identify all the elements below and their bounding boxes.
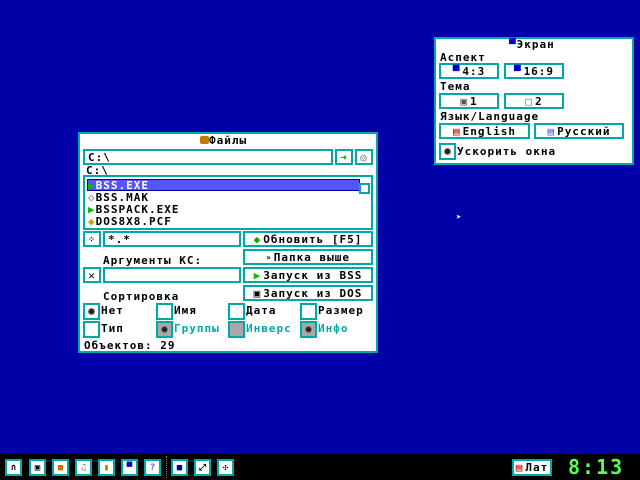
sort-size-checkbox[interactable] <box>300 303 317 320</box>
sort-type-label: Тип <box>101 322 124 335</box>
monitor-icon: ▀ <box>452 64 461 78</box>
info-label: Инфо <box>318 322 349 335</box>
dos-icon[interactable]: ▣ <box>29 459 46 476</box>
mask-button[interactable]: ⁘ <box>83 231 101 247</box>
sort-name-checkbox[interactable] <box>156 303 173 320</box>
arrow-right-icon: ➜ <box>340 150 348 164</box>
layout-label: Лат <box>525 461 549 474</box>
font-icon: ◆ <box>88 215 96 228</box>
ru-flag-icon: ▤ <box>547 124 556 138</box>
drive-button[interactable]: ◎ <box>355 149 373 165</box>
chip-icon[interactable]: ▮ <box>98 459 115 476</box>
file-list[interactable]: ▶BSS.EXE ◇BSS.MAK ▶BSSPACK.EXE ◆DOS8X8.P… <box>83 175 373 230</box>
radio-dot <box>161 326 168 333</box>
headphones-icon[interactable]: ∩ <box>5 459 22 476</box>
args-label: Аргументы КС: <box>103 254 203 267</box>
folder-up-label: Папка выше <box>273 250 351 264</box>
path-input[interactable]: C:\ <box>83 149 333 165</box>
aspect-label-4-3: 4:3 <box>462 64 486 78</box>
language-label: Язык/Language <box>440 110 540 123</box>
inverse-checkbox[interactable] <box>228 321 245 338</box>
maximize-icon[interactable]: ⤢ <box>194 459 211 476</box>
mouse-cursor-icon: ➤ <box>456 213 462 223</box>
music-icon[interactable]: ♫ <box>75 459 92 476</box>
speedup-checkbox[interactable] <box>439 143 456 160</box>
theme-1-button[interactable]: ▣ 1 <box>439 93 499 109</box>
sort-none-label: Нет <box>101 304 124 317</box>
sort-date-checkbox[interactable] <box>228 303 245 320</box>
item-name: DOS8X8.PCF <box>95 215 172 228</box>
theme-2-button[interactable]: □ 2 <box>504 93 564 109</box>
files-title-text: Файлы <box>209 134 248 147</box>
disc-icon: ◎ <box>360 150 368 164</box>
aspect-16-9-button[interactable]: ▀ 16:9 <box>504 63 564 79</box>
theme-1-label: 1 <box>470 94 478 108</box>
run-bss-label: Запуск из BSS <box>263 268 363 282</box>
russian-label: Русский <box>557 124 611 138</box>
radio-dot <box>305 326 312 333</box>
groups-label: Группы <box>174 322 220 335</box>
inverse-label: Инверс <box>246 322 292 335</box>
window-icon: ▣ <box>460 94 468 108</box>
folder-icon[interactable]: ■ <box>52 459 69 476</box>
screen-title-text: Экран <box>516 38 555 51</box>
radio-dot <box>88 308 95 315</box>
theme-2-label: 2 <box>535 94 543 108</box>
folder-up-button[interactable]: » Папка выше <box>243 249 373 265</box>
clear-args-button[interactable]: ✕ <box>83 267 101 283</box>
aspect-4-3-button[interactable]: ▀ 4:3 <box>439 63 499 79</box>
args-input[interactable] <box>103 267 241 283</box>
russian-button[interactable]: ▤ Русский <box>534 123 624 139</box>
radio-dot <box>444 148 451 155</box>
monitor-icon: ▀ <box>513 64 522 78</box>
separator <box>166 456 167 478</box>
english-button[interactable]: ▤ English <box>439 123 530 139</box>
groups-checkbox[interactable] <box>156 321 173 338</box>
us-flag-icon: ▤ <box>453 124 461 138</box>
help-icon[interactable]: ? <box>144 459 161 476</box>
info-checkbox[interactable] <box>300 321 317 338</box>
play-icon: ▶ <box>253 268 262 282</box>
english-label: English <box>462 124 516 138</box>
mask-input[interactable]: *.* <box>103 231 241 247</box>
aspect-label-16-9: 16:9 <box>523 64 555 78</box>
run-bss-button[interactable]: ▶ Запуск из BSS <box>243 267 373 283</box>
window-icon: □ <box>525 94 533 108</box>
sort-label: Сортировка <box>103 290 180 303</box>
window-app-icon[interactable]: ■ <box>171 459 188 476</box>
dos-icon: ▣ <box>253 286 262 300</box>
path-value: C:\ <box>88 151 111 164</box>
folder-icon <box>200 136 209 144</box>
refresh-label: Обновить [F5] <box>263 232 363 246</box>
close-icon: ✕ <box>88 268 96 282</box>
refresh-icon: ◆ <box>253 232 262 246</box>
minimize-icon[interactable]: ✣ <box>217 459 234 476</box>
up-icon: » <box>265 252 272 262</box>
run-dos-label: Запуск из DOS <box>263 286 363 300</box>
us-flag-icon: ▤ <box>515 461 524 474</box>
scrollbar[interactable] <box>359 183 370 194</box>
theme-label: Тема <box>440 80 471 93</box>
screen-title: ▀Экран <box>509 39 555 51</box>
run-dos-button[interactable]: ▣ Запуск из DOS <box>243 285 373 301</box>
files-title: Файлы <box>200 135 247 147</box>
list-item[interactable]: ◆DOS8X8.PCF <box>88 216 172 228</box>
clock: 8:13 <box>568 455 625 479</box>
monitor-icon[interactable]: ▀ <box>121 459 138 476</box>
sort-size-label: Размер <box>318 304 364 317</box>
keyboard-layout-button[interactable]: ▤ Лат <box>512 459 552 476</box>
objects-count: Объектов: 29 <box>84 339 176 352</box>
monitor-icon: ▀ <box>509 38 517 51</box>
refresh-button[interactable]: ◆ Обновить [F5] <box>243 231 373 247</box>
mask-value: *.* <box>108 233 131 246</box>
sort-none-checkbox[interactable] <box>83 303 100 320</box>
wildcard-icon: ⁘ <box>88 234 96 244</box>
sort-name-label: Имя <box>174 304 197 317</box>
speedup-label: Ускорить окна <box>457 145 557 158</box>
sort-type-checkbox[interactable] <box>83 321 100 338</box>
sort-date-label: Дата <box>246 304 277 317</box>
go-button[interactable]: ➜ <box>335 149 353 165</box>
